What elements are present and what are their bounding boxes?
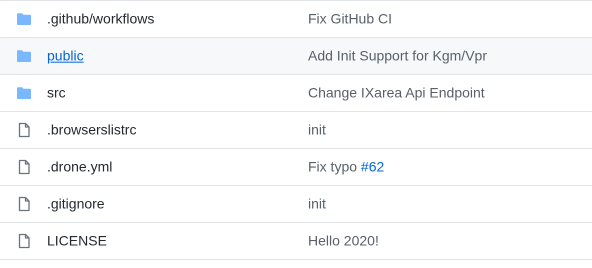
folder-icon <box>16 48 32 64</box>
file-icon <box>16 159 32 175</box>
file-row[interactable]: .github/workflows Fix GitHub CI <box>0 1 592 38</box>
commit-message: Fix typo #62 <box>308 159 384 175</box>
file-icon <box>16 122 32 138</box>
file-name-link[interactable]: .drone.yml <box>47 159 112 175</box>
file-icon <box>16 233 32 249</box>
commit-message-link[interactable]: Fix GitHub CI <box>308 11 392 27</box>
file-row[interactable]: src Change IXarea Api Endpoint <box>0 75 592 112</box>
file-row[interactable]: public Add Init Support for Kgm/Vpr <box>0 38 592 75</box>
file-name-link[interactable]: .browserslistrc <box>47 122 136 138</box>
commit-message-link[interactable]: Hello 2020! <box>308 233 379 249</box>
file-row[interactable]: .drone.yml Fix typo #62 <box>0 149 592 186</box>
folder-icon <box>16 11 32 27</box>
file-name-link[interactable]: .gitignore <box>47 196 105 212</box>
commit-message-link[interactable]: Add Init Support for Kgm/Vpr <box>308 48 487 64</box>
file-row[interactable]: .browserslistrc init <box>0 112 592 149</box>
file-name-link[interactable]: src <box>47 85 66 101</box>
commit-message-link[interactable]: Fix typo <box>308 159 357 175</box>
folder-icon <box>16 85 32 101</box>
commit-message-link[interactable]: Change IXarea Api Endpoint <box>308 85 485 101</box>
file-row[interactable]: .gitignore init <box>0 186 592 223</box>
commit-message-link[interactable]: init <box>308 122 326 138</box>
file-name-link[interactable]: LICENSE <box>47 233 107 249</box>
file-list: .github/workflows Fix GitHub CI public A… <box>0 0 592 268</box>
file-icon <box>16 196 32 212</box>
file-row[interactable]: LICENSE Hello 2020! <box>0 223 592 260</box>
commit-message-link[interactable]: init <box>308 196 326 212</box>
file-name-link[interactable]: .github/workflows <box>47 11 154 27</box>
file-name-link[interactable]: public <box>47 48 84 64</box>
issue-link[interactable]: #62 <box>361 159 384 175</box>
